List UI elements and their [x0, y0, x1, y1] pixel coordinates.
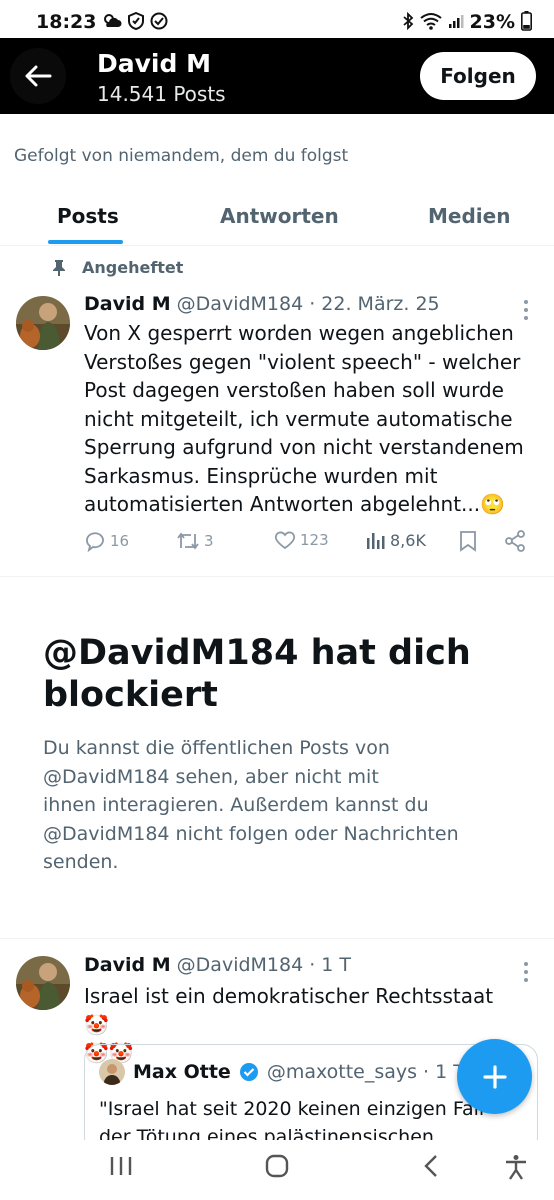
bookmark-icon	[460, 531, 476, 552]
profile-header: David M 14.541 Posts Folgen	[0, 38, 554, 114]
tweet-line: Verstoßes gegen "violent speech" - welch…	[84, 349, 521, 374]
tweet-actions: 16 3 123 8,6K	[84, 528, 534, 560]
quote-header: Max Otte @maxotte_says · 1 T	[99, 1059, 465, 1085]
repost-icon	[177, 532, 199, 550]
blocked-text-line: @DavidM184 nicht folgen oder Nachrichten	[43, 822, 459, 845]
more-options-icon[interactable]	[522, 960, 530, 984]
pinned-label: Angeheftet	[52, 258, 183, 277]
heart-icon	[274, 531, 296, 550]
arrow-left-icon	[25, 65, 52, 87]
system-nav-bar	[0, 1140, 554, 1200]
verified-badge-icon	[239, 1063, 258, 1081]
tweet-line: Israel ist ein demokratischer Rechtsstaa…	[84, 984, 494, 1037]
tweet-text: Von X gesperrt worden wegen angeblichen …	[84, 319, 524, 519]
home-icon	[265, 1154, 289, 1178]
status-time: 18:23	[36, 11, 97, 33]
tweet-line: Von X gesperrt worden wegen angeblichen	[84, 321, 514, 345]
tab-replies[interactable]: Antworten	[220, 204, 339, 228]
like-button[interactable]: 123	[274, 530, 329, 550]
pin-icon	[53, 259, 65, 276]
author-handle-date: @DavidM184 · 22. März. 25	[176, 293, 440, 315]
tweet-line: nicht mitgeteilt, ich vermute automatisc…	[84, 406, 513, 431]
author-handle-date: @DavidM184 · 1 T	[176, 954, 352, 976]
like-count: 123	[300, 531, 329, 549]
bluetooth-icon	[402, 11, 414, 33]
views-count: 8,6K	[390, 530, 426, 550]
pinned-text: Angeheftet	[82, 258, 184, 277]
share-button[interactable]	[504, 530, 526, 552]
share-icon	[505, 530, 525, 552]
repost-count: 3	[204, 532, 214, 550]
tab-posts[interactable]: Posts	[57, 204, 119, 228]
tweet-line: Sarkasmus. Einsprüche wurden mit	[84, 463, 438, 488]
signal-icon	[448, 13, 464, 32]
blocked-title-line: @DavidM184 hat dich	[43, 633, 471, 673]
profile-name: David M	[97, 49, 211, 78]
weather-icon	[102, 13, 122, 32]
blocked-title: @DavidM184 hat dich blockiert	[43, 632, 523, 716]
avatar[interactable]	[16, 956, 70, 1010]
tweet-line: automatisierten Antworten abgelehnt...🙄	[84, 492, 506, 516]
tweet-line: Post dagegen verstoßen haben soll wurde	[84, 378, 504, 402]
battery-icon	[521, 10, 532, 34]
quote-author-name: Max Otte	[133, 1061, 231, 1083]
blocked-text-line: @DavidM184 sehen, aber nicht mit	[43, 765, 379, 788]
blocked-text-line: senden.	[43, 851, 119, 873]
blocked-description: Du kannst die öffentlichen Posts von @Da…	[43, 734, 513, 877]
divider	[0, 576, 554, 577]
quote-handle-date: @maxotte_says · 1 T	[266, 1061, 465, 1083]
home-button[interactable]	[264, 1154, 290, 1182]
tweet-header: David M @DavidM184 · 22. März. 25	[84, 293, 440, 315]
bookmark-button[interactable]	[459, 530, 477, 552]
recent-apps-button[interactable]	[108, 1154, 134, 1182]
tab-media[interactable]: Medien	[428, 204, 510, 228]
follow-button[interactable]: Folgen	[420, 52, 536, 100]
blocked-title-line: blockiert	[43, 675, 218, 715]
quote-avatar	[99, 1059, 125, 1085]
avatar[interactable]	[16, 296, 70, 350]
profile-tabs: Posts Antworten Medien	[0, 190, 554, 246]
reply-icon	[86, 532, 104, 552]
author-name[interactable]: David M	[84, 954, 171, 976]
author-name[interactable]: David M	[84, 293, 171, 315]
tweet-header: David M @DavidM184 · 1 T	[84, 954, 351, 976]
views-icon	[367, 533, 385, 549]
shield-icon	[128, 11, 145, 33]
post-count: 14.541 Posts	[97, 82, 226, 106]
blocked-text-line: ihnen interagieren. Außerdem kannst du	[43, 794, 429, 816]
reply-button[interactable]: 16	[84, 530, 129, 552]
compose-button[interactable]	[457, 1039, 532, 1114]
check-circle-icon	[150, 12, 168, 33]
reply-count: 16	[110, 532, 130, 550]
plus-icon	[482, 1064, 507, 1089]
accessibility-button[interactable]	[504, 1154, 528, 1184]
battery-percent: 23%	[469, 11, 515, 33]
back-button[interactable]	[10, 48, 66, 104]
wifi-icon	[419, 12, 442, 33]
recent-apps-icon	[110, 1157, 132, 1175]
accessibility-icon	[506, 1155, 526, 1180]
active-tab-indicator	[48, 240, 123, 244]
blocked-text-line: Du kannst die öffentlichen Posts von	[43, 737, 390, 759]
tweet-line: Sperrung aufgrund von nicht verstandenem	[84, 435, 524, 459]
views-button[interactable]: 8,6K	[366, 530, 426, 550]
followed-by-text: Gefolgt von niemandem, dem du folgst	[14, 146, 349, 166]
back-nav-button[interactable]	[420, 1154, 444, 1182]
divider	[0, 938, 554, 939]
repost-button[interactable]: 3	[176, 530, 214, 552]
chevron-left-icon	[424, 1155, 437, 1177]
